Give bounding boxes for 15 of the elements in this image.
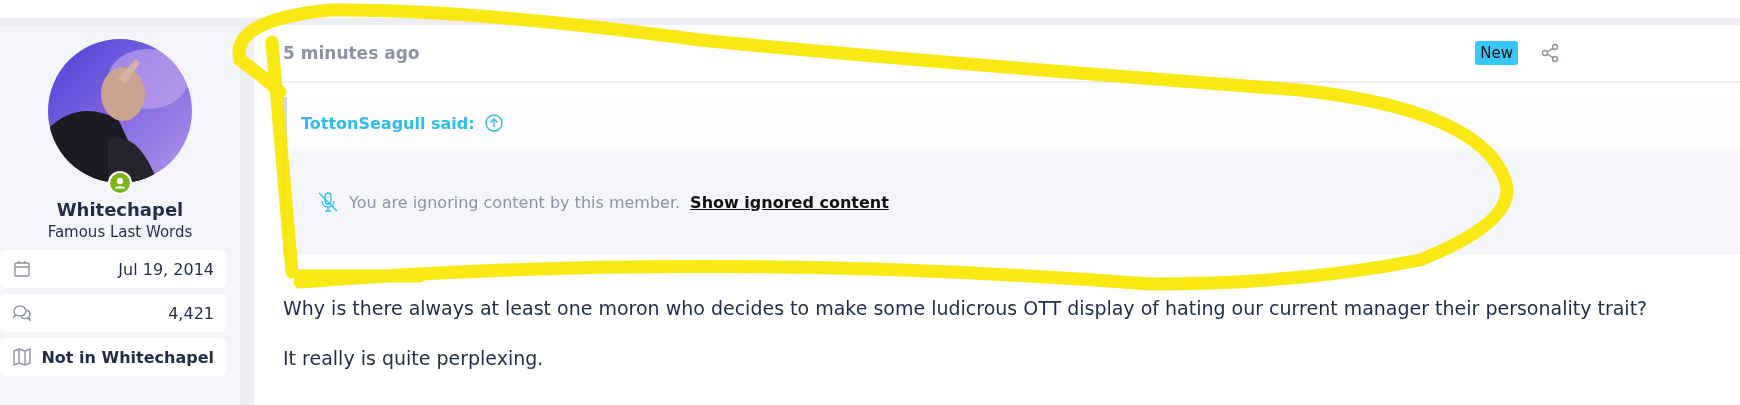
- post-paragraph: Why is there always at least one moron who decides to make some ludicrous OTT display of hating our current manager their personality trait?: [283, 297, 1649, 319]
- map-icon: [12, 347, 32, 367]
- new-label: New: [1475, 41, 1518, 65]
- muted-microphone-icon: [317, 191, 339, 213]
- show-ignored-link[interactable]: Show ignored content: [690, 192, 889, 212]
- user-title: Famous Last Words: [47, 223, 193, 241]
- chat-bubbles-icon: [12, 303, 32, 323]
- user-stat: Not in Whitechapel: [0, 338, 226, 376]
- share-icon[interactable]: [1540, 43, 1560, 63]
- calendar-icon: [12, 259, 32, 279]
- post-paragraph: It really is quite perplexing.: [283, 347, 545, 369]
- user-stat: Jul 19, 2014: [0, 250, 226, 288]
- ignored-notice: You are ignoring content by this member.: [349, 192, 681, 212]
- user-stat: 4,421: [0, 294, 226, 332]
- username[interactable]: Whitechapel: [56, 199, 184, 220]
